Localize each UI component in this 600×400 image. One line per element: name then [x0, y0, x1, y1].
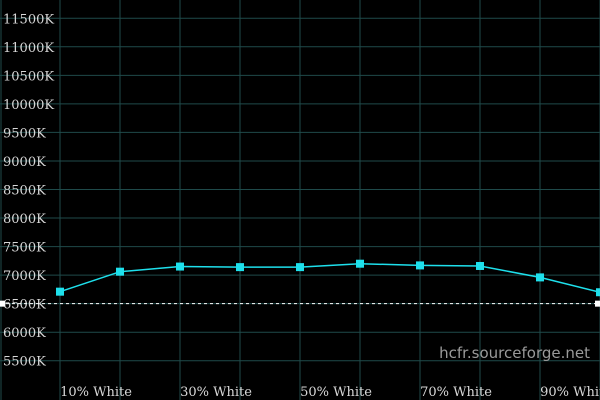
data-point: [476, 261, 484, 270]
y-tick-label: 8500K: [3, 184, 46, 199]
x-tick-label: 10% White: [60, 385, 132, 400]
y-tick-label: 7000K: [3, 269, 46, 284]
cie-color-temperature-chart: 5500K 6000K 6500K 7000K 7500K 8000K 8500K 9000K…: [0, 0, 600, 400]
reference-line-marker-left: [0, 300, 5, 307]
y-tick-label: 6000K: [3, 326, 46, 341]
data-point: [416, 261, 424, 270]
x-tick-label: 30% White: [180, 385, 252, 400]
data-point: [116, 267, 124, 276]
y-tick-label: 8000K: [3, 212, 46, 227]
data-point: [296, 263, 304, 272]
y-tick-label: 11500K: [3, 12, 54, 27]
y-tick-label: 10500K: [3, 69, 54, 84]
watermark-text: hcfr.sourceforge.net: [439, 344, 590, 362]
y-tick-label: 5500K: [3, 355, 46, 370]
y-tick-label: 9000K: [3, 155, 46, 170]
x-tick-label: 50% White: [300, 385, 372, 400]
data-point: [356, 259, 364, 268]
data-point: [536, 273, 544, 282]
data-point: [596, 288, 600, 297]
data-point: [236, 263, 244, 272]
y-tick-label: 7500K: [3, 241, 46, 256]
y-tick-label: 10000K: [3, 98, 54, 113]
y-tick-label: 6500K: [3, 298, 46, 313]
x-tick-label: 90% White: [540, 385, 600, 400]
data-point: [176, 262, 184, 271]
y-tick-label: 9500K: [3, 126, 46, 141]
data-point: [56, 287, 64, 296]
reference-line-marker-right: [595, 300, 600, 307]
y-tick-label: 11000K: [3, 41, 54, 56]
x-tick-label: 70% White: [420, 385, 492, 400]
